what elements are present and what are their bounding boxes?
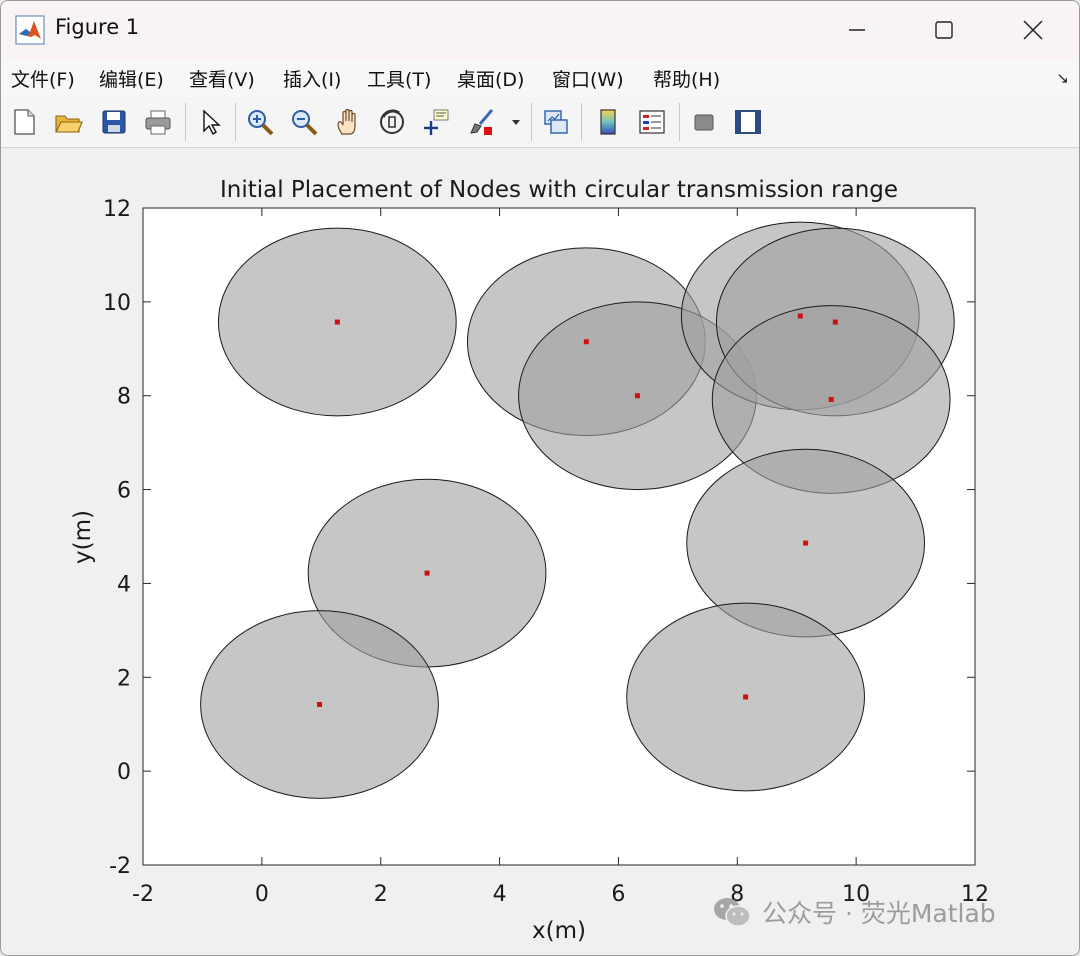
watermark: 公众号 · 荧光Matlab — [712, 892, 996, 932]
x-tick-label: -2 — [132, 882, 154, 907]
y-tick-label: -2 — [109, 854, 131, 879]
node-marker-7 — [803, 540, 809, 546]
y-tick-label: 4 — [117, 572, 131, 597]
x-tick-label: 4 — [493, 882, 507, 907]
y-tick-label: 6 — [117, 479, 131, 504]
y-tick-label: 10 — [103, 291, 131, 316]
x-axis-label: x(m) — [532, 918, 586, 944]
wechat-icon — [714, 898, 751, 927]
watermark-text: 公众号 · 荧光Matlab — [762, 899, 996, 928]
y-tick-label: 0 — [117, 760, 131, 785]
y-axis-label: y(m) — [70, 510, 96, 564]
node-marker-8 — [424, 570, 430, 576]
node-marker-4 — [797, 313, 803, 319]
y-tick-label: 8 — [117, 385, 131, 410]
node-marker-10 — [743, 694, 749, 700]
x-tick-label: 0 — [255, 882, 269, 907]
y-tick-label: 12 — [103, 197, 131, 222]
node-marker-1 — [334, 319, 340, 325]
node-marker-2 — [583, 339, 589, 345]
node-marker-5 — [832, 319, 838, 325]
y-tick-label: 2 — [117, 666, 131, 691]
node-marker-9 — [317, 702, 323, 708]
x-tick-label: 2 — [374, 882, 388, 907]
x-tick-label: 6 — [611, 882, 625, 907]
node-marker-3 — [634, 393, 640, 399]
node-marker-6 — [828, 396, 834, 402]
chart-title: Initial Placement of Nodes with circular… — [220, 177, 898, 203]
node-placement-chart: -2 0 2 4 6 8 10 12-2024681012 Initial Placement… — [70, 177, 989, 944]
